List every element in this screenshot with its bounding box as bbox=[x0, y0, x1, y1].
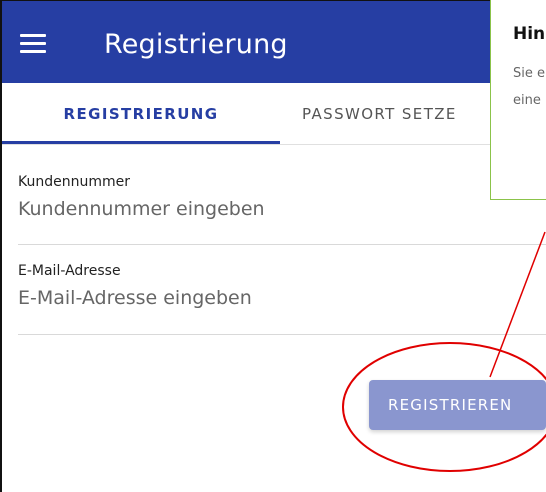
tab-registrierung[interactable]: REGISTRIERUNG bbox=[2, 83, 280, 145]
register-button[interactable]: REGISTRIEREN bbox=[369, 380, 546, 430]
customer-number-label: Kundennummer bbox=[18, 174, 130, 190]
customer-number-underline bbox=[18, 244, 546, 245]
email-field: E-Mail-Adresse bbox=[18, 263, 546, 309]
hint-tooltip-line-2: eine bbox=[513, 93, 541, 108]
customer-number-field: Kundennummer bbox=[18, 174, 546, 220]
email-underline bbox=[18, 334, 546, 335]
page-title: Registrierung bbox=[104, 29, 288, 60]
email-input[interactable] bbox=[18, 287, 544, 309]
hint-tooltip: Hin Sie e eine bbox=[490, 0, 546, 200]
hint-tooltip-line-1: Sie e bbox=[513, 66, 545, 81]
tab-bar: REGISTRIERUNG PASSWORT SETZE bbox=[2, 83, 546, 145]
hamburger-menu-icon[interactable] bbox=[20, 34, 46, 54]
tabs-divider bbox=[2, 144, 546, 145]
email-label: E-Mail-Adresse bbox=[18, 263, 121, 279]
app-bar: Registrierung bbox=[2, 1, 546, 83]
customer-number-input[interactable] bbox=[18, 198, 544, 220]
hint-tooltip-title: Hin bbox=[513, 24, 546, 44]
